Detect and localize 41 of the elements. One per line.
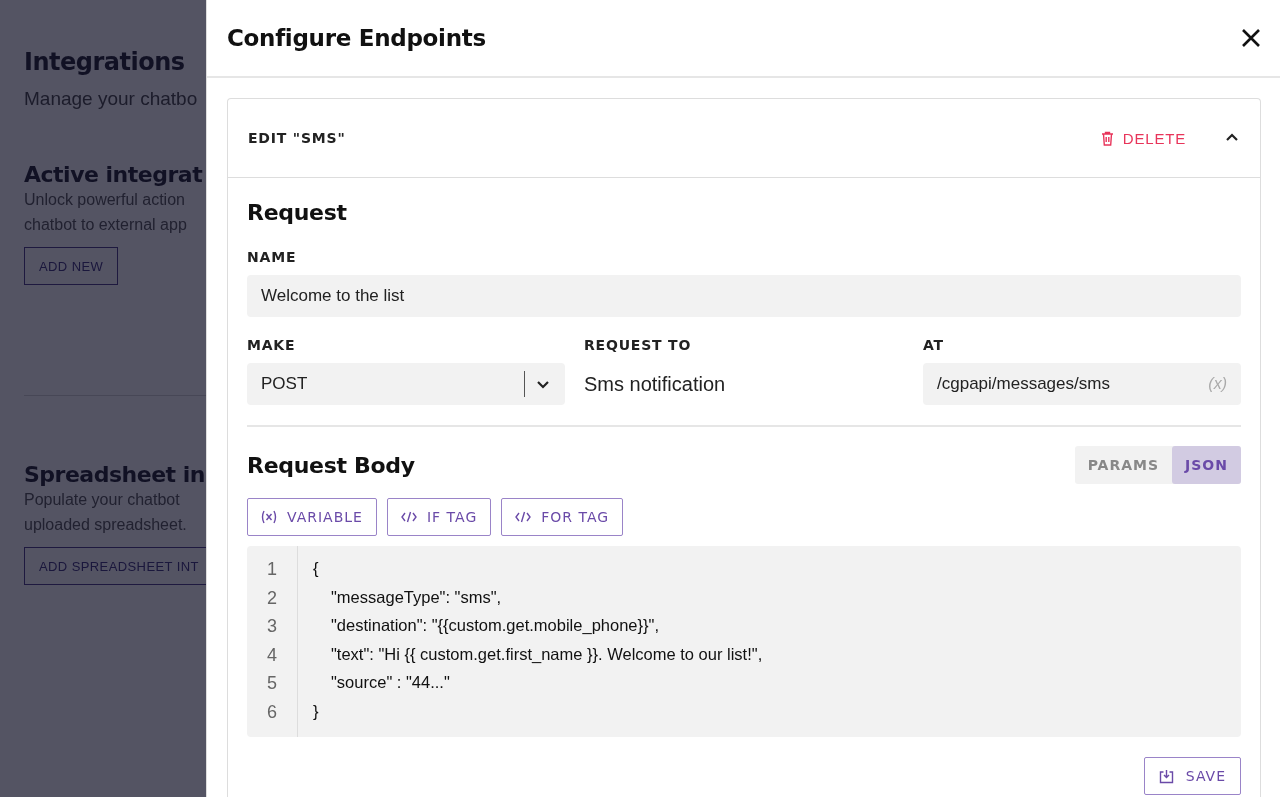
variable-icon [261, 510, 277, 524]
code-icon [400, 511, 417, 523]
code-line: "messageType": "sms", [330, 587, 503, 608]
section-heading: Request Body [247, 452, 415, 478]
request-target: Sms notification [584, 371, 727, 397]
field-label: REQUEST TO [584, 337, 693, 353]
close-icon[interactable] [1241, 28, 1261, 48]
method-select[interactable]: POST [247, 363, 565, 405]
line-number: 2 [267, 587, 277, 610]
line-number: 5 [267, 673, 277, 696]
delete-button[interactable]: DELETE [1100, 129, 1186, 147]
format-tab[interactable]: JSON [1172, 446, 1241, 484]
line-number: 4 [267, 644, 277, 667]
insert-tag-button[interactable]: FOR TAG [501, 498, 624, 536]
save-button[interactable]: SAVE [1143, 757, 1241, 795]
line-number: 3 [267, 616, 277, 639]
code-line: } [313, 701, 320, 722]
insert-tag-button[interactable]: VARIABLE [247, 498, 377, 536]
code-line: { [313, 559, 320, 579]
drawer-title: Configure Endpoints [227, 25, 486, 51]
section-heading: Request [247, 200, 348, 225]
field-label: NAME [247, 249, 298, 265]
name-field[interactable]: Welcome to the list [247, 275, 1241, 317]
line-number: 6 [267, 701, 277, 724]
download-icon [1158, 768, 1174, 784]
code-line: "source" : "44..." [330, 673, 451, 694]
section-title: Active integrat [24, 162, 204, 187]
page-subtitle: Manage your chatbo [24, 88, 199, 110]
code-line: "text": "Hi {{ custom.get.first_name }}. Welcome to our list!", [330, 644, 763, 665]
field-label: AT [923, 337, 945, 353]
line-number: 1 [267, 559, 277, 581]
endpoint-heading: EDIT "SMS" [248, 130, 347, 146]
trash-icon [1100, 130, 1114, 146]
field-label: MAKE [247, 337, 297, 353]
insert-tag-button[interactable]: IF TAG [386, 498, 492, 536]
section-title: Spreadsheet in [24, 462, 206, 487]
code-icon [515, 511, 532, 523]
code-editor[interactable]: 1 2 3 4 5 6 { "messageType": "sms", "destination": "{{custom.get.mobile_phone}}", "text": "Hi {{ custom.get.first_name }}. Welcome to our list!", "source" : "44..." } [247, 546, 1241, 737]
path-field[interactable]: /cgpapi/messages/sms (x) [923, 363, 1241, 405]
code-line: "destination": "{{custom.get.mobile_phone}}", [330, 616, 660, 637]
page-title: Integrations [24, 48, 186, 76]
